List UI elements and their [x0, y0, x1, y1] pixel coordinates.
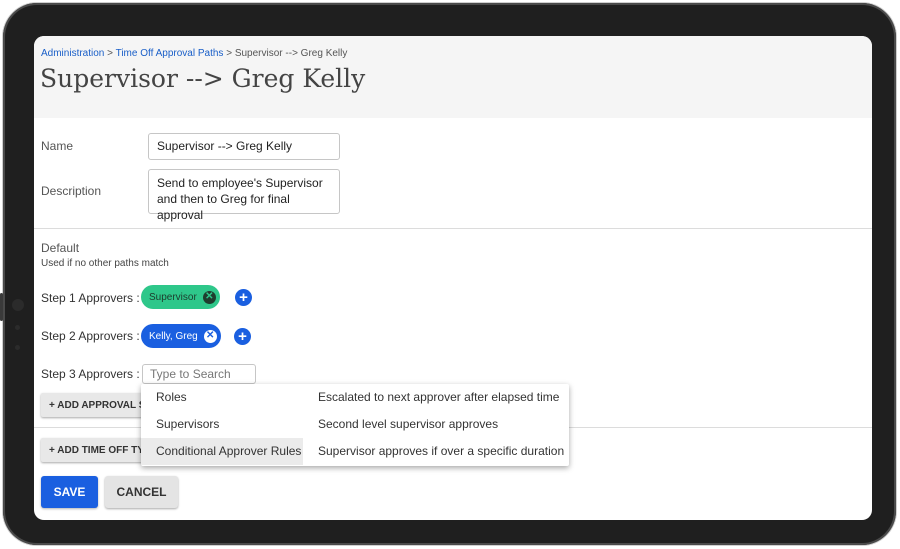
breadcrumb-separator: > — [107, 48, 113, 59]
dropdown-option-description: Escalated to next approver after elapsed… — [318, 390, 560, 404]
add-approval-step-button[interactable]: + ADD APPROVAL STEP — [41, 393, 146, 417]
dropdown-option-roles[interactable]: Roles Escalated to next approver after e… — [141, 384, 569, 411]
chip-label: Supervisor — [149, 291, 197, 303]
sensor-dot — [15, 325, 20, 330]
tablet-frame: Administration > Time Off Approval Paths… — [0, 3, 896, 545]
step-1-add-approver-plus-icon[interactable]: + — [235, 289, 252, 306]
approver-type-dropdown: Roles Escalated to next approver after e… — [141, 384, 569, 466]
cancel-button[interactable]: CANCEL — [105, 476, 178, 508]
breadcrumb-link-time-off-approval-paths[interactable]: Time Off Approval Paths — [116, 48, 224, 59]
step-1-label: Step 1 Approvers : — [41, 291, 140, 305]
breadcrumb: Administration > Time Off Approval Paths… — [41, 48, 347, 59]
breadcrumb-current: Supervisor --> Greg Kelly — [234, 48, 348, 59]
dropdown-option-supervisors[interactable]: Supervisors Second level supervisor appr… — [141, 411, 569, 438]
section-divider — [34, 228, 872, 229]
breadcrumb-link-administration[interactable]: Administration — [41, 48, 104, 59]
default-section-title: Default — [41, 241, 80, 255]
step-1-approver-chip[interactable]: Supervisor ✕ — [141, 285, 220, 309]
close-circle-icon[interactable]: ✕ — [202, 290, 216, 304]
chip-label: Kelly, Greg — [149, 330, 198, 342]
default-section-subtitle: Used if no other paths match — [41, 258, 169, 269]
dropdown-option-description: Supervisor approves if over a specific d… — [318, 444, 565, 458]
camera-dot — [12, 299, 24, 311]
sensor-dot — [15, 345, 20, 350]
step-2-add-approver-plus-icon[interactable]: + — [234, 328, 251, 345]
step-2-approver-chip[interactable]: Kelly, Greg ✕ — [141, 324, 221, 348]
save-button[interactable]: SAVE — [41, 476, 98, 508]
breadcrumb-separator: > — [226, 48, 233, 59]
name-label: Name — [41, 139, 74, 153]
close-circle-icon[interactable]: ✕ — [203, 329, 217, 343]
tablet-side-button — [0, 293, 3, 321]
description-label: Description — [41, 184, 102, 198]
step-3-label: Step 3 Approvers : — [41, 367, 140, 381]
add-time-off-type-button[interactable]: + ADD TIME OFF TYPE — [41, 438, 146, 462]
step-3-search-input[interactable] — [142, 364, 256, 384]
dropdown-option-description: Second level supervisor approves — [318, 417, 499, 431]
app-screen: Administration > Time Off Approval Paths… — [34, 36, 872, 520]
dropdown-option-name: Conditional Approver Rules — [141, 438, 303, 465]
step-2-label: Step 2 Approvers : — [41, 329, 140, 343]
dropdown-option-name: Roles — [156, 390, 187, 404]
dropdown-option-name: Supervisors — [156, 417, 220, 431]
page-header: Administration > Time Off Approval Paths… — [34, 36, 872, 118]
description-textarea[interactable]: Send to employee's Supervisor and then t… — [148, 169, 340, 222]
dropdown-option-conditional-approver-rules[interactable]: Conditional Approver Rules Supervisor ap… — [141, 438, 569, 465]
page-title: Supervisor --> Greg Kelly — [40, 64, 366, 93]
name-input[interactable]: Supervisor --> Greg Kelly — [148, 133, 340, 160]
